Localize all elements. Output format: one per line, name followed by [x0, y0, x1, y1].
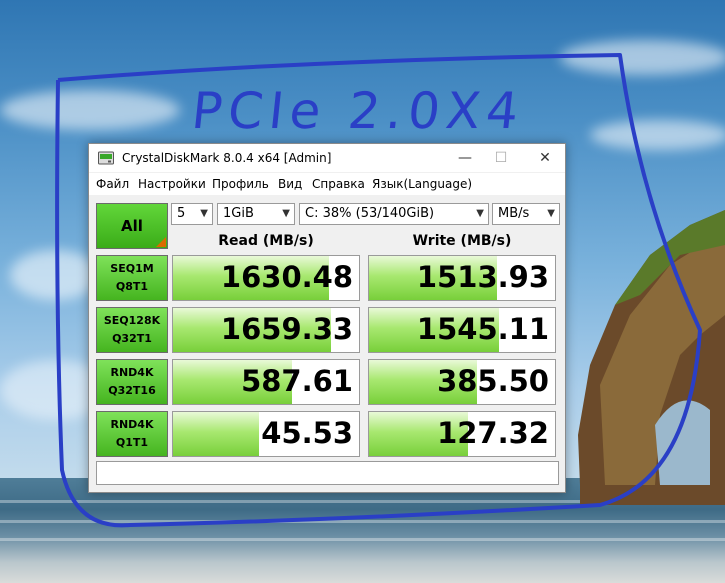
comment-input[interactable]: [96, 461, 559, 485]
test-queue: Q32T1: [112, 332, 152, 345]
read-result-cell: 1659.33: [172, 307, 360, 353]
corner-marker: [156, 237, 166, 247]
menu-language[interactable]: Язык(Language): [372, 177, 472, 191]
crystaldiskmark-window: CrystalDiskMark 8.0.4 x64 [Admin] — ☐ ✕ …: [88, 143, 566, 493]
test-size-select[interactable]: 1GiB ▼: [217, 203, 295, 225]
menu-view[interactable]: Вид: [278, 177, 302, 191]
read-result-cell: 1630.48: [172, 255, 360, 301]
write-result-cell: 127.32: [368, 411, 556, 457]
window-title: CrystalDiskMark 8.0.4 x64 [Admin]: [122, 151, 332, 165]
test-queue: Q32T16: [108, 384, 156, 397]
rock-arch: [578, 210, 725, 505]
read-result-value: 45.53: [261, 416, 353, 450]
chevron-down-icon: ▼: [200, 208, 208, 219]
maximize-button[interactable]: ☐: [481, 144, 521, 172]
test-button-3[interactable]: RND4K Q32T16: [96, 359, 168, 405]
menu-settings[interactable]: Настройки: [138, 177, 206, 191]
write-result-cell: 1513.93: [368, 255, 556, 301]
test-queue: Q8T1: [115, 280, 149, 293]
main-panel: All 5 ▼ 1GiB ▼ C: 38% (53/140GiB) ▼ MB/s…: [89, 195, 565, 492]
test-count-select[interactable]: 5 ▼: [171, 203, 213, 225]
all-button-label: All: [121, 217, 143, 235]
menu-profile[interactable]: Профиль: [212, 177, 269, 191]
menu-file[interactable]: Файл: [96, 177, 129, 191]
test-queue: Q1T1: [115, 436, 149, 449]
write-result-value: 127.32: [437, 416, 549, 450]
drive-value: C: 38% (53/140GiB): [305, 206, 435, 221]
write-result-value: 1545.11: [416, 312, 549, 346]
read-column-header: Read (MB/s): [218, 233, 314, 249]
test-name: SEQ1M: [110, 262, 154, 275]
close-button[interactable]: ✕: [525, 144, 565, 172]
test-size-value: 1GiB: [223, 206, 254, 221]
annotation-text: PCIe 2.0X4: [188, 82, 528, 140]
test-name: RND4K: [110, 366, 154, 379]
read-result-value: 587.61: [241, 364, 353, 398]
read-result-cell: 45.53: [172, 411, 360, 457]
app-disk-icon: [98, 151, 114, 165]
chevron-down-icon: ▼: [476, 208, 484, 219]
write-result-value: 1513.93: [416, 260, 549, 294]
chevron-down-icon: ▼: [547, 208, 555, 219]
all-button[interactable]: All: [96, 203, 168, 249]
read-result-bar: [173, 412, 259, 456]
minimize-button[interactable]: —: [445, 144, 485, 172]
drive-select[interactable]: C: 38% (53/140GiB) ▼: [299, 203, 489, 225]
read-result-value: 1630.48: [220, 260, 353, 294]
unit-value: MB/s: [498, 206, 530, 221]
unit-select[interactable]: MB/s ▼: [492, 203, 560, 225]
test-name: SEQ128K: [103, 314, 161, 327]
test-name: RND4K: [110, 418, 154, 431]
test-button-1[interactable]: SEQ1M Q8T1: [96, 255, 168, 301]
read-result-value: 1659.33: [220, 312, 353, 346]
test-button-4[interactable]: RND4K Q1T1: [96, 411, 168, 457]
test-count-value: 5: [177, 206, 186, 221]
test-button-2[interactable]: SEQ128K Q32T1: [96, 307, 168, 353]
write-result-cell: 1545.11: [368, 307, 556, 353]
title-bar[interactable]: CrystalDiskMark 8.0.4 x64 [Admin] — ☐ ✕: [89, 144, 565, 172]
chevron-down-icon: ▼: [282, 208, 290, 219]
menu-bar: Файл Настройки Профиль Вид Справка Язык(…: [89, 173, 565, 195]
menu-help[interactable]: Справка: [312, 177, 365, 191]
write-result-value: 385.50: [437, 364, 549, 398]
write-result-cell: 385.50: [368, 359, 556, 405]
write-column-header: Write (MB/s): [412, 233, 512, 249]
read-result-cell: 587.61: [172, 359, 360, 405]
